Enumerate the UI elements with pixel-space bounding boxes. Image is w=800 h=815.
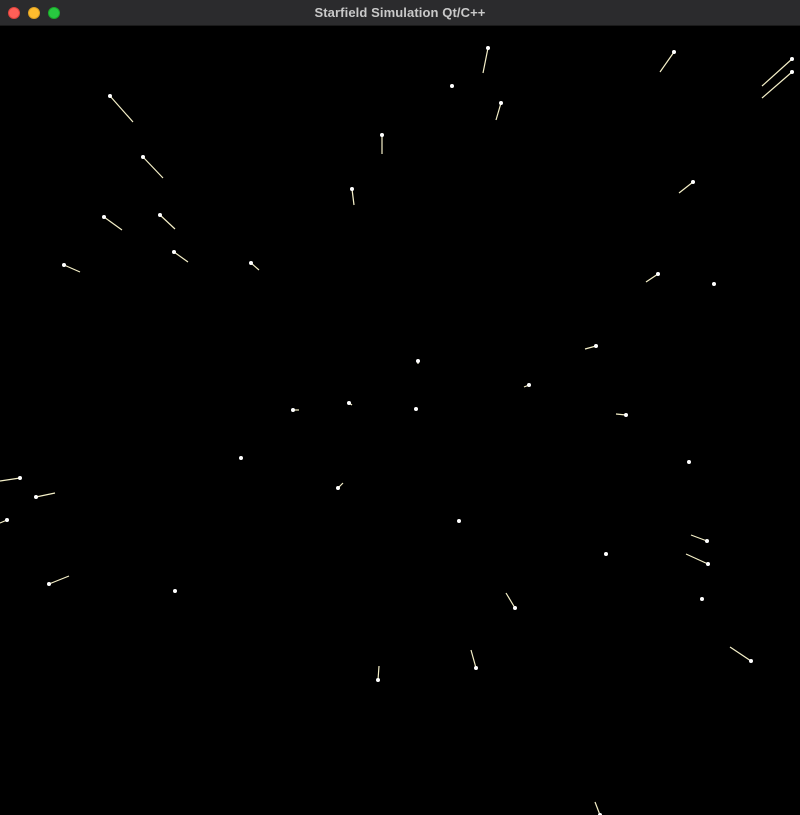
star — [5, 518, 9, 522]
star-trail — [482, 47, 489, 74]
star-trail — [761, 58, 793, 87]
star — [672, 50, 676, 54]
star — [705, 539, 709, 543]
star — [486, 46, 490, 50]
star — [527, 383, 531, 387]
star — [706, 562, 710, 566]
star — [18, 476, 22, 480]
star — [336, 486, 340, 490]
star — [172, 250, 176, 254]
star-trail — [0, 477, 21, 482]
star-trail — [351, 188, 355, 206]
star — [350, 187, 354, 191]
star — [687, 460, 691, 464]
star — [712, 282, 716, 286]
starfield-svg — [0, 46, 794, 815]
star-trail — [659, 51, 675, 73]
star — [691, 180, 695, 184]
star — [749, 659, 753, 663]
star — [474, 666, 478, 670]
star — [34, 495, 38, 499]
star — [450, 84, 454, 88]
star — [416, 359, 420, 363]
star-trail — [761, 71, 793, 99]
star — [291, 408, 295, 412]
star — [108, 94, 112, 98]
title-bar[interactable]: Starfield Simulation Qt/C++ — [0, 0, 800, 26]
star-trail — [495, 102, 502, 121]
star-trail — [678, 181, 694, 194]
star — [102, 215, 106, 219]
star — [62, 263, 66, 267]
star — [249, 261, 253, 265]
star-trail — [48, 575, 70, 585]
star-trail — [690, 534, 708, 542]
app-window: Starfield Simulation Qt/C++ — [0, 0, 800, 815]
star — [414, 407, 418, 411]
star-trail — [103, 216, 123, 231]
star — [347, 401, 351, 405]
star-trail — [470, 649, 477, 669]
star — [790, 57, 794, 61]
starfield-canvas — [0, 26, 800, 815]
star — [513, 606, 517, 610]
star — [158, 213, 162, 217]
star — [604, 552, 608, 556]
star-trail — [377, 665, 380, 681]
star — [700, 597, 704, 601]
star-trail — [142, 156, 164, 179]
star — [457, 519, 461, 523]
star-trail — [159, 214, 176, 230]
star-trail — [645, 273, 659, 283]
star — [47, 582, 51, 586]
star — [594, 344, 598, 348]
star-trail — [109, 95, 134, 123]
star-trail — [685, 553, 709, 565]
star — [656, 272, 660, 276]
star — [239, 456, 243, 460]
star-trail — [594, 801, 601, 815]
star — [173, 589, 177, 593]
star-trail — [35, 492, 56, 498]
star-trail — [505, 592, 516, 609]
star — [790, 70, 794, 74]
star — [380, 133, 384, 137]
star — [499, 101, 503, 105]
star — [624, 413, 628, 417]
window-title: Starfield Simulation Qt/C++ — [314, 5, 486, 20]
star-trail — [729, 646, 752, 662]
star — [376, 678, 380, 682]
star — [141, 155, 145, 159]
star-trail — [173, 251, 189, 263]
star-trail — [63, 264, 81, 273]
